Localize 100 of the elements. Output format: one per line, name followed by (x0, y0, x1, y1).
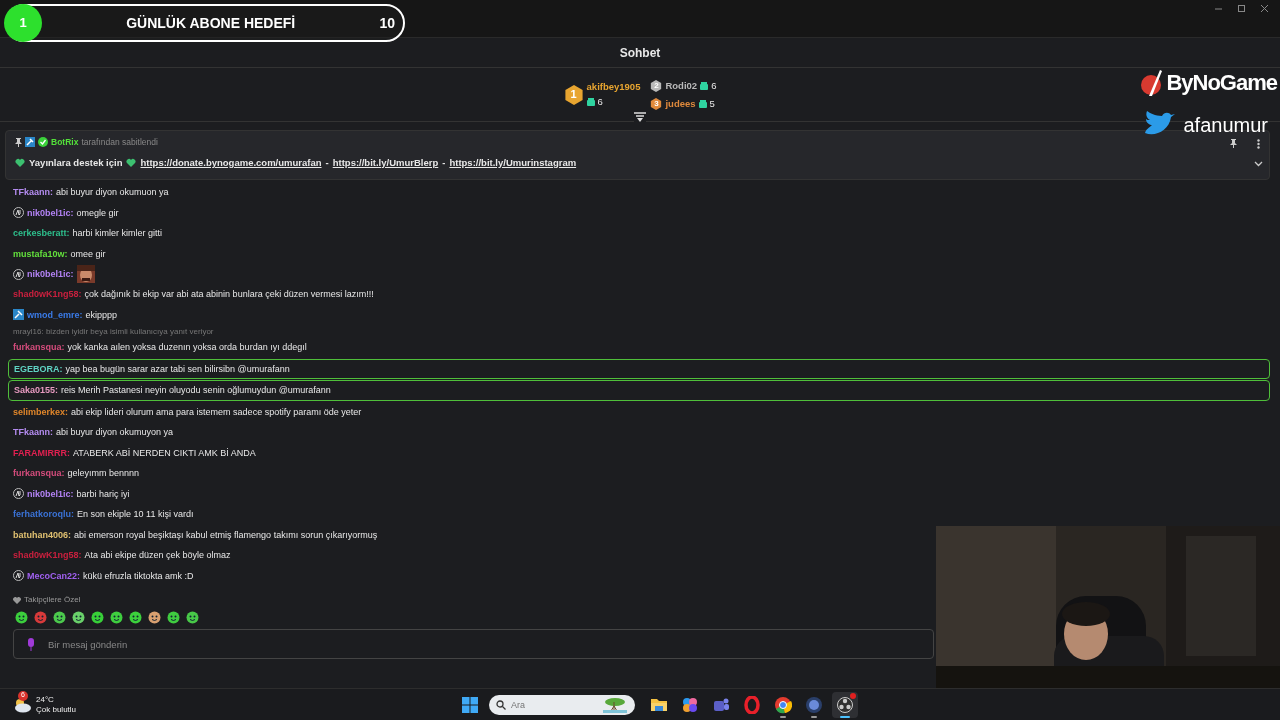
message-text: abi buyur diyon okumuyon ya (56, 426, 174, 439)
username: FARAMIRRR: (13, 446, 70, 459)
username: TFkaann: (13, 426, 53, 439)
emote-icon[interactable] (53, 611, 66, 624)
tree-icon (603, 696, 627, 713)
close-icon[interactable] (1259, 3, 1270, 14)
message-text: çok dağınık bi ekip var abi ata abinin bunlara çeki düzen vermesi lazım!!! (84, 288, 374, 301)
start-icon[interactable] (462, 696, 478, 713)
gift-count: 6 (711, 78, 717, 93)
username: nik0bel1ic: (27, 206, 74, 219)
microphone-icon[interactable] (27, 638, 35, 651)
message-text: omegle gir (76, 206, 119, 219)
weather-icon (12, 696, 32, 713)
gifter-name: Rodi02 (665, 78, 698, 93)
rank-number: 1 (569, 87, 578, 103)
message-text: yok kanka aılen yoksa duzenın yoksa orda burdan ıyı ddegıl (67, 341, 307, 354)
link[interactable]: https://donate.bynogame.com/umurafan (140, 155, 322, 170)
gift-icon (698, 100, 707, 109)
badge-icon (13, 488, 24, 500)
emote-icon[interactable] (129, 611, 142, 624)
badge-icon (13, 570, 24, 582)
emote-icon[interactable] (72, 611, 85, 624)
goal-title: GÜNLÜK ABONE HEDEFİ (126, 13, 296, 33)
emote-icon[interactable] (91, 611, 104, 624)
pinned-author: BotRix (51, 136, 79, 149)
emote-icon[interactable] (167, 611, 180, 624)
reply-context: mrayl16: bizden iyidir beya isimli kullanıcıya yanıt veriyor (12, 326, 215, 337)
message-text: abi emerson royal beşiktaşı kabul etmiş flamengo takımı sorun çıkarıyormuş (74, 528, 378, 541)
username: EGEBORA: (14, 362, 63, 375)
badge-icon (13, 268, 24, 280)
disc-icon (805, 695, 823, 714)
pinned-message: Yayınlara destek için https://donate.bynogame.com/umurafan - https://bit.ly/UmurBlerp - https://bit.ly/Umurinstagram (15, 155, 577, 170)
gifter-name: akifbey1905 (586, 81, 641, 93)
pinned-note: tarafından sabitlendi (81, 136, 158, 149)
ring-icon (743, 695, 761, 714)
username: batuhan4006: (13, 528, 72, 541)
username: furkansqua: (13, 341, 65, 354)
heart-icon (126, 158, 137, 168)
message-text: omee gir (70, 247, 106, 260)
taskbar-app[interactable] (832, 691, 858, 718)
filter-icon[interactable] (634, 112, 646, 122)
message-text: reis Merih Pastanesi neyin oluyodu senin oğlumuydun @umurafann (61, 384, 331, 397)
more-icon[interactable] (1257, 139, 1260, 149)
heart-icon (13, 596, 21, 604)
username: cerkesberatt: (13, 227, 70, 240)
username: ferhatkoroqlu: (13, 508, 74, 521)
chevron-icon[interactable] (1254, 161, 1263, 167)
hammer-icon (13, 309, 24, 321)
message-text: ATABERK ABİ NERDEN CIKTI AMK Bİ ANDA (73, 446, 256, 459)
message-text: abi ekip lideri olurum ama para istemem sadece spotify paramı öde yeter (71, 405, 362, 418)
logo-icon (1140, 68, 1165, 97)
chat-title: Sohbet (619, 44, 661, 62)
username: Saka0155: (14, 384, 59, 397)
clover-icon (681, 695, 699, 714)
message-text: Ata abi ekipe düzen çek böyle olmaz (84, 549, 231, 562)
username: furkansqua: (13, 467, 65, 480)
verified-icon (38, 137, 48, 148)
search-icon (496, 699, 506, 710)
gift-icon (586, 97, 595, 106)
rank-number: 3 (653, 98, 660, 111)
emote-icon[interactable] (148, 611, 161, 624)
weather-condition: Çok bulutlu (36, 704, 77, 715)
emote-icon[interactable] (15, 611, 28, 624)
message-text: En son ekiple 10 11 kişi vardı (77, 508, 194, 521)
badge-icon (13, 207, 24, 219)
emote-icon[interactable] (110, 611, 123, 624)
message-text: yap bea bugün sarar azar tabi sen bilirsibn @umurafann (65, 362, 290, 375)
maximize-icon[interactable] (1236, 3, 1247, 14)
message-text: abi buyur diyon okumuon ya (56, 186, 169, 199)
username: nik0bel1ic: (27, 267, 74, 281)
message-text: geleyımm bennnn (67, 467, 140, 480)
message-text: harbi kimler kimler gitti (72, 227, 163, 240)
heart-icon (15, 158, 25, 168)
section-label: Takipçilere Özel (24, 594, 81, 606)
username: TFkaann: (13, 186, 53, 199)
pin-icon[interactable] (1230, 139, 1237, 148)
message-text: kükü efruzla tiktokta amk :D (83, 569, 194, 582)
link[interactable]: https://bit.ly/Umurinstagram (449, 155, 577, 170)
gift-icon (700, 81, 709, 90)
goal-count: 10 (379, 13, 395, 33)
hammer-icon (25, 137, 35, 148)
rank-number: 2 (653, 79, 660, 92)
username: shad0wK1ng58: (13, 549, 82, 562)
message-text: barbi hariç iyi (76, 487, 130, 500)
pin-icon (15, 137, 22, 147)
twitter-handle: afanumur (1183, 113, 1268, 138)
search-field[interactable]: Ara (489, 694, 635, 715)
message-input[interactable]: Bir mesaj gönderin (13, 629, 934, 659)
brand-name: ByNoGame (1166, 69, 1277, 97)
message-text: ekipppp (85, 308, 118, 321)
temperature: 24°C (36, 694, 55, 705)
username: MecoCan22: (27, 569, 80, 582)
wheel-icon (774, 695, 792, 714)
link[interactable]: https://bit.ly/UmurBlerp (332, 155, 439, 170)
emote-icon[interactable] (186, 611, 199, 624)
username: nik0bel1ic: (27, 487, 74, 500)
emote-icon[interactable] (34, 611, 47, 624)
gifter-name: judees (665, 97, 696, 111)
username: mustafa10w: (13, 247, 68, 260)
username: selimberkex: (13, 405, 69, 418)
